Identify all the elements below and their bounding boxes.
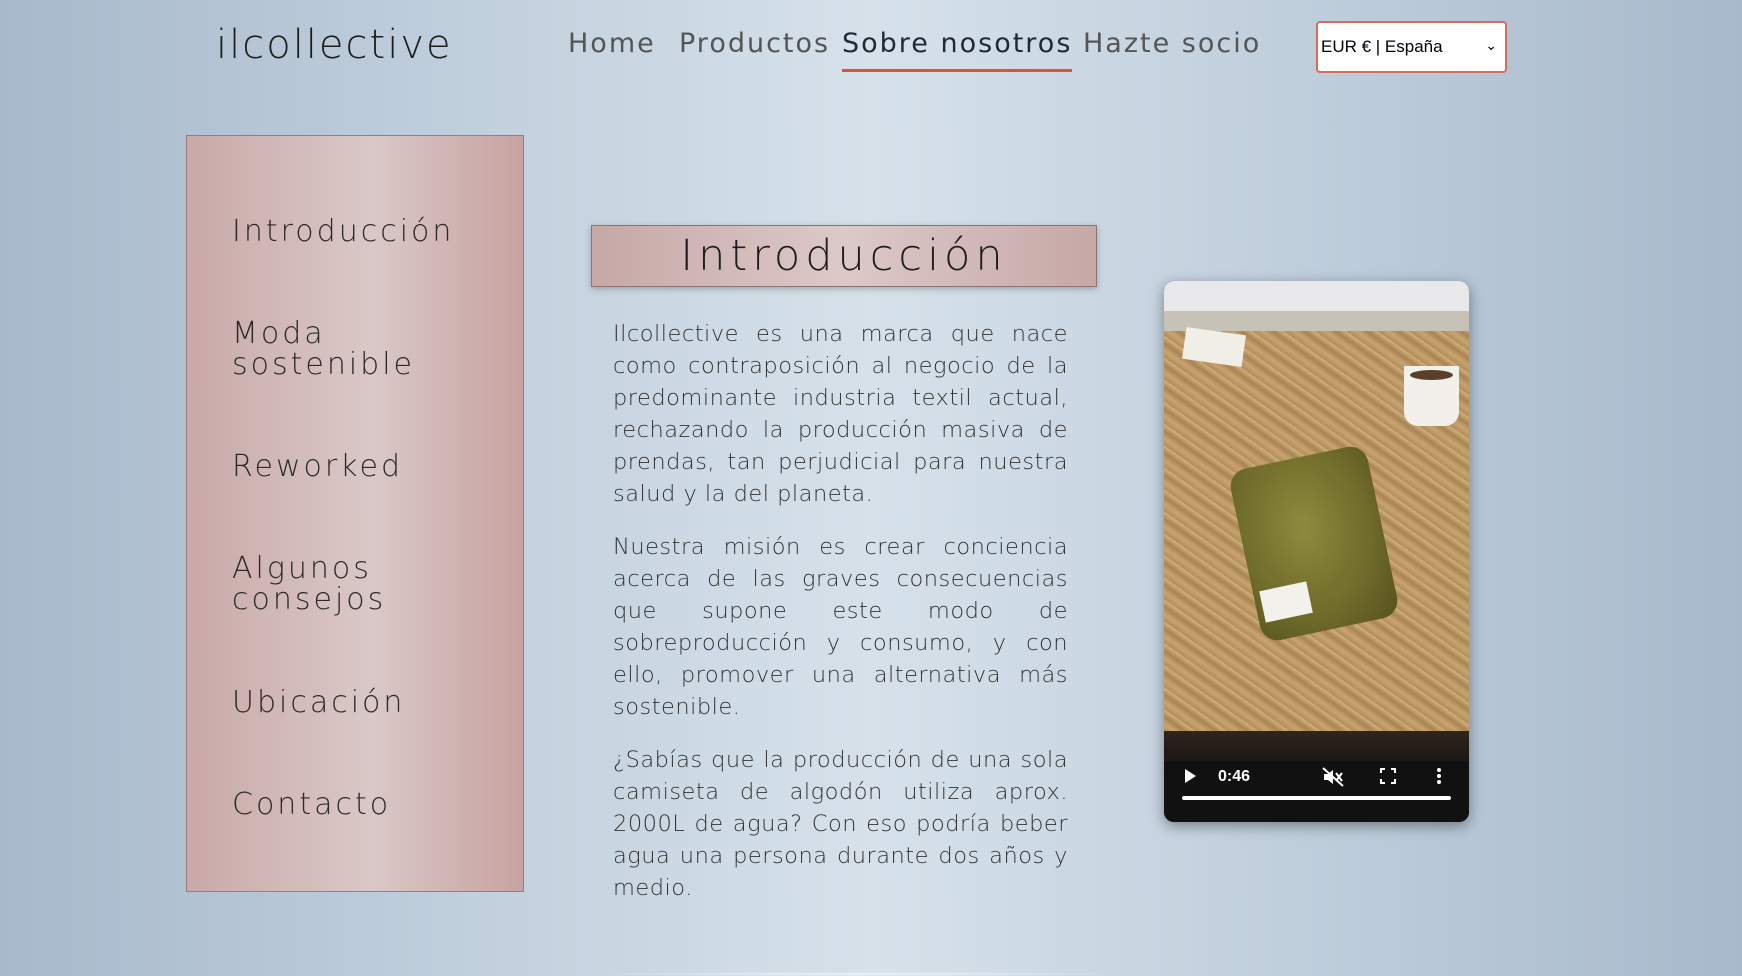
currency-select[interactable]: EUR € | España ⌄ <box>1316 21 1507 73</box>
sidebar-item-ubicacion[interactable]: Ubicación <box>232 687 405 718</box>
video-controls: 0:46 <box>1164 731 1469 822</box>
paragraph: Ilcollective es una marca que nace como … <box>613 321 1068 507</box>
section-title: Introducción <box>591 225 1097 287</box>
video-time: 0:46 <box>1218 768 1251 785</box>
more-options-icon[interactable] <box>1436 767 1442 790</box>
sidebar-item-contacto[interactable]: Contacto <box>232 789 391 820</box>
video-progress-bar[interactable] <box>1182 796 1451 800</box>
video-top-area <box>1164 281 1469 311</box>
chevron-down-icon: ⌄ <box>1485 37 1497 53</box>
sidebar: Introducción Moda sostenible Reworked Al… <box>186 135 524 892</box>
sidebar-item-reworked[interactable]: Reworked <box>232 451 403 482</box>
video-frame[interactable] <box>1164 311 1469 761</box>
sidebar-item-introduccion[interactable]: Introducción <box>232 216 454 247</box>
fullscreen-icon[interactable] <box>1379 767 1397 790</box>
nav-productos[interactable]: Productos <box>679 28 830 69</box>
bottom-glow <box>580 972 1140 976</box>
sidebar-item-algunos-consejos[interactable]: Algunos consejos <box>232 553 482 615</box>
nav-home[interactable]: Home <box>568 28 656 69</box>
muted-icon[interactable] <box>1322 767 1344 792</box>
intro-text: Ilcollective es una marca que nace como … <box>613 318 1068 925</box>
currency-select-value: EUR € | España <box>1321 37 1443 56</box>
nav-hazte-socio[interactable]: Hazte socio <box>1083 28 1261 69</box>
paragraph: ¿Sabías que la producción de una sola ca… <box>613 747 1068 901</box>
video-player[interactable]: 0:46 <box>1164 281 1469 822</box>
nav-sobre-nosotros[interactable]: Sobre nosotros <box>842 28 1073 72</box>
play-icon[interactable] <box>1182 767 1198 790</box>
sidebar-item-moda-sostenible[interactable]: Moda sostenible <box>232 318 482 380</box>
paragraph: Nuestra misión es crear conciencia acerc… <box>613 534 1068 720</box>
